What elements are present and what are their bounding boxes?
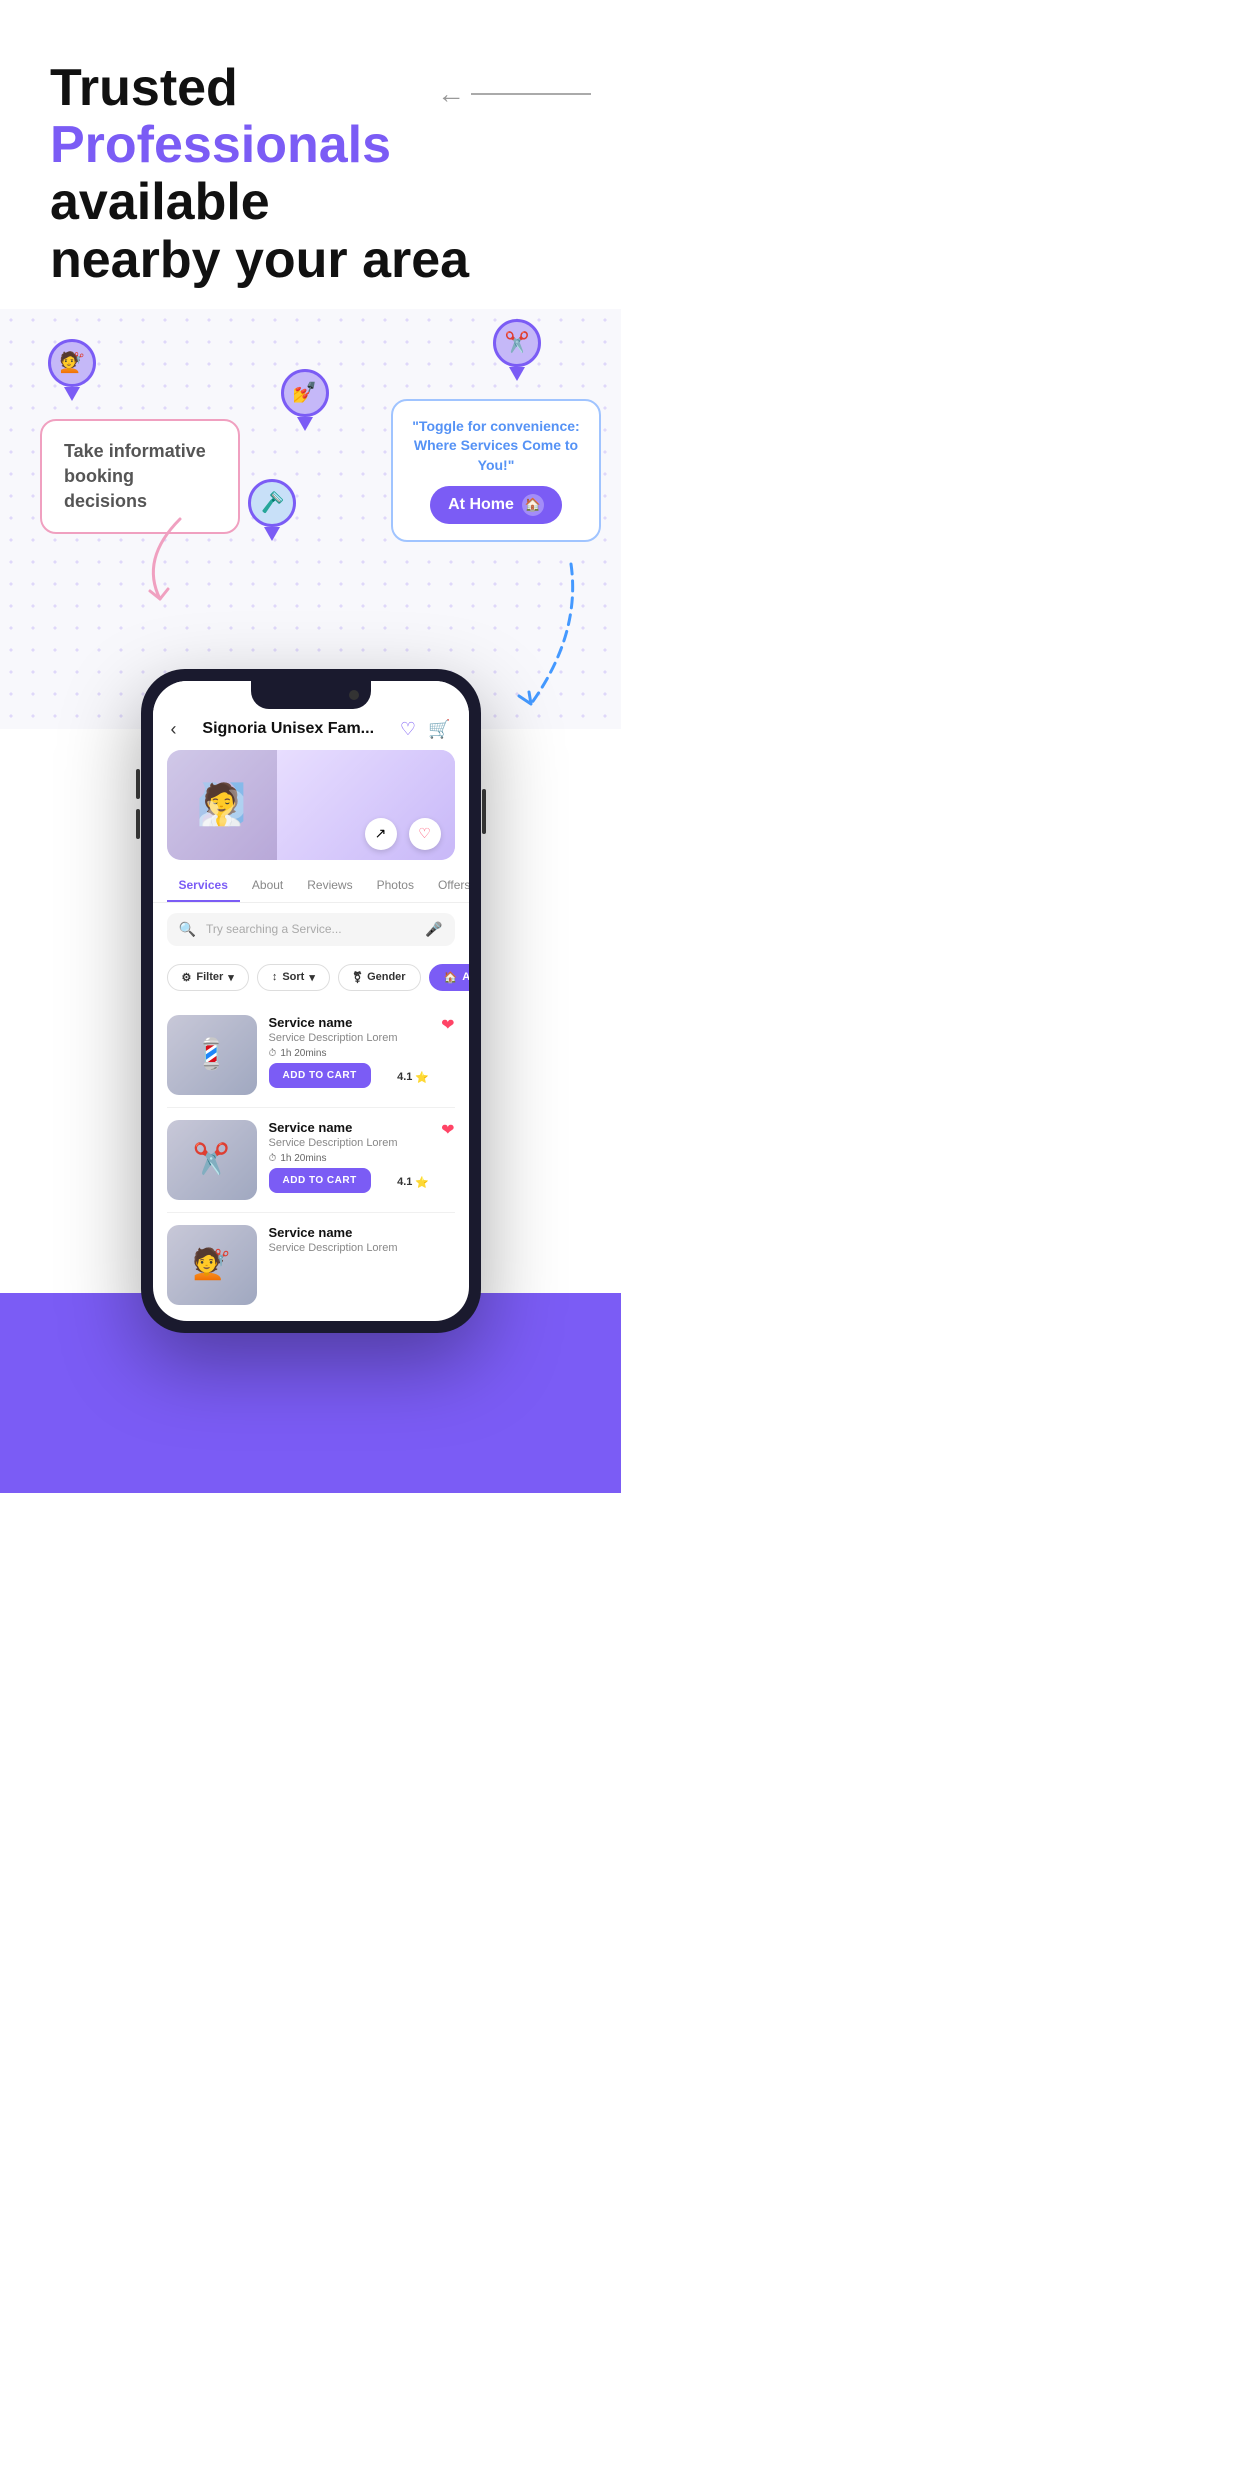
- heart-icon-1[interactable]: ❤: [441, 1015, 454, 1035]
- at-home-label: At Home: [448, 494, 514, 516]
- filter-bar: ⚙ Filter ▾ ↕ Sort ▾ ⚧ Gender 🏠 At Home: [153, 956, 469, 999]
- clock-icon-2: ⏱: [269, 1153, 277, 1164]
- favorite-banner-button[interactable]: ♡: [409, 818, 441, 850]
- header-section: ← Trusted Professionals available nearby…: [0, 0, 621, 309]
- filter-icon: ⚙: [182, 971, 192, 984]
- service-actions-1: ❤: [441, 1015, 454, 1035]
- service-tabs: Services About Reviews Photos Offers: [153, 870, 469, 903]
- pin-avatar-1: 💇: [48, 339, 96, 387]
- sort-dropdown-icon: ▾: [309, 971, 315, 984]
- phone-notch: [251, 681, 371, 709]
- service-desc-3: Service Description Lorem: [269, 1242, 455, 1254]
- pin-avatar-2: 💅: [281, 369, 329, 417]
- search-placeholder: Try searching a Service...: [206, 922, 415, 936]
- filter-dropdown-icon: ▾: [228, 971, 234, 984]
- wishlist-icon[interactable]: ♡: [400, 719, 416, 740]
- pin-avatar-3: ✂️: [493, 319, 541, 367]
- service-desc-2: Service Description Lorem: [269, 1137, 430, 1149]
- tab-reviews[interactable]: Reviews: [295, 870, 364, 902]
- filter-chip-at-home[interactable]: 🏠 At Home: [429, 964, 469, 991]
- rating-1: 4.1 ⭐: [397, 1071, 429, 1084]
- map-pin-1: 💇: [48, 339, 96, 401]
- microphone-icon[interactable]: 🎤: [425, 921, 442, 938]
- service-time-1: ⏱ 1h 20mins: [269, 1048, 430, 1059]
- service-bottom-2: ADD TO CART 4.1 ⭐: [269, 1168, 430, 1193]
- sort-icon: ↕: [272, 971, 278, 983]
- service-desc-1: Service Description Lorem: [269, 1032, 430, 1044]
- home-filter-icon: 🏠: [444, 971, 458, 984]
- pink-arrow-decoration: [120, 509, 200, 614]
- pin-tip-3: [509, 367, 525, 381]
- power-button: [482, 789, 486, 834]
- store-title: Signoria Unisex Fam...: [202, 720, 374, 738]
- filter-chip-sort[interactable]: ↕ Sort ▾: [257, 964, 330, 991]
- rating-2: 4.1 ⭐: [397, 1176, 429, 1189]
- service-item: 💈 Service name Service Description Lorem…: [167, 1003, 455, 1108]
- banner-image: 🧖: [167, 750, 277, 860]
- toggle-tooltip: "Toggle for convenience: Where Services …: [391, 399, 601, 542]
- arrow-decoration: ←: [437, 78, 591, 110]
- nav-icons: ♡ 🛒: [400, 719, 451, 740]
- phone-mockup: ‹ Signoria Unisex Fam... ♡ 🛒 🧖 ↗ ♡ Servi…: [141, 669, 481, 1333]
- service-info-2: Service name Service Description Lorem ⏱…: [269, 1120, 430, 1193]
- house-icon: 🏠: [522, 494, 544, 516]
- clock-icon-1: ⏱: [269, 1048, 277, 1059]
- add-to-cart-button-1[interactable]: ADD TO CART: [269, 1063, 371, 1088]
- star-icon-2: ⭐: [415, 1176, 429, 1189]
- camera-dot: [349, 690, 359, 700]
- tab-offers[interactable]: Offers: [426, 870, 469, 902]
- add-to-cart-button-2[interactable]: ADD TO CART: [269, 1168, 371, 1193]
- service-name-2: Service name: [269, 1120, 430, 1135]
- service-banner: 🧖 ↗ ♡: [167, 750, 455, 860]
- map-pin-3: ✂️: [493, 319, 541, 381]
- service-item-2: ✂️ Service name Service Description Lore…: [167, 1108, 455, 1213]
- pin-tip-4: [264, 527, 280, 541]
- tab-services[interactable]: Services: [167, 870, 240, 902]
- filter-chip-gender[interactable]: ⚧ Gender: [338, 964, 421, 991]
- map-pin-4: 🪒: [248, 479, 296, 541]
- cart-icon[interactable]: 🛒: [428, 719, 450, 740]
- service-image-3: 💇: [167, 1225, 257, 1305]
- at-home-badge[interactable]: At Home 🏠: [430, 486, 562, 524]
- filter-chip-filter[interactable]: ⚙ Filter ▾: [167, 964, 249, 991]
- pin-tip-1: [64, 387, 80, 401]
- pin-tip-2: [297, 417, 313, 431]
- pin-avatar-4: 🪒: [248, 479, 296, 527]
- service-info-3: Service name Service Description Lorem: [269, 1225, 455, 1254]
- map-section: 💇 💅 ✂️ 🪒 Take informative booking decisi…: [0, 309, 621, 729]
- service-item-3: 💇 Service name Service Description Lorem: [167, 1213, 455, 1317]
- service-time-2: ⏱ 1h 20mins: [269, 1153, 430, 1164]
- service-image-2: ✂️: [167, 1120, 257, 1200]
- phone-screen: ‹ Signoria Unisex Fam... ♡ 🛒 🧖 ↗ ♡ Servi…: [153, 681, 469, 1321]
- share-button[interactable]: ↗: [365, 818, 397, 850]
- phone-wrapper: ‹ Signoria Unisex Fam... ♡ 🛒 🧖 ↗ ♡ Servi…: [0, 669, 621, 1333]
- service-search-bar[interactable]: 🔍 Try searching a Service... 🎤: [167, 913, 455, 946]
- volume-button-2: [136, 809, 140, 839]
- banner-actions: ↗ ♡: [365, 818, 441, 850]
- tab-photos[interactable]: Photos: [365, 870, 426, 902]
- service-name-3: Service name: [269, 1225, 455, 1240]
- service-image-1: 💈: [167, 1015, 257, 1095]
- tab-about[interactable]: About: [240, 870, 295, 902]
- gender-icon: ⚧: [353, 971, 362, 984]
- search-icon: 🔍: [179, 921, 196, 938]
- back-icon[interactable]: ‹: [171, 719, 177, 740]
- volume-button-1: [136, 769, 140, 799]
- map-pin-2: 💅: [281, 369, 329, 431]
- service-list: 💈 Service name Service Description Lorem…: [153, 999, 469, 1321]
- service-bottom-1: ADD TO CART 4.1 ⭐: [269, 1063, 430, 1088]
- star-icon-1: ⭐: [415, 1071, 429, 1084]
- service-name-1: Service name: [269, 1015, 430, 1030]
- heart-icon-2[interactable]: ❤: [441, 1120, 454, 1140]
- service-actions-2: ❤: [441, 1120, 454, 1140]
- service-info-1: Service name Service Description Lorem ⏱…: [269, 1015, 430, 1088]
